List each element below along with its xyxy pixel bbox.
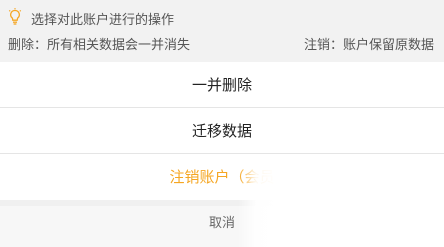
lightbulb-icon xyxy=(8,8,22,26)
delete-description: 删除：所有相关数据会一并消失 xyxy=(8,38,191,53)
fade-overlay xyxy=(238,154,444,247)
delete-all-button[interactable]: 一并删除 xyxy=(0,62,444,108)
action-sheet-header: 选择对此账户进行的操作 删除：所有相关数据会一并消失 注销：账户保留原数据 xyxy=(0,0,444,62)
deregister-description: 注销：账户保留原数据 xyxy=(303,38,434,53)
migrate-data-button[interactable]: 迁移数据 xyxy=(0,108,444,154)
sheet-title: 选择对此账户进行的操作 xyxy=(31,13,175,28)
